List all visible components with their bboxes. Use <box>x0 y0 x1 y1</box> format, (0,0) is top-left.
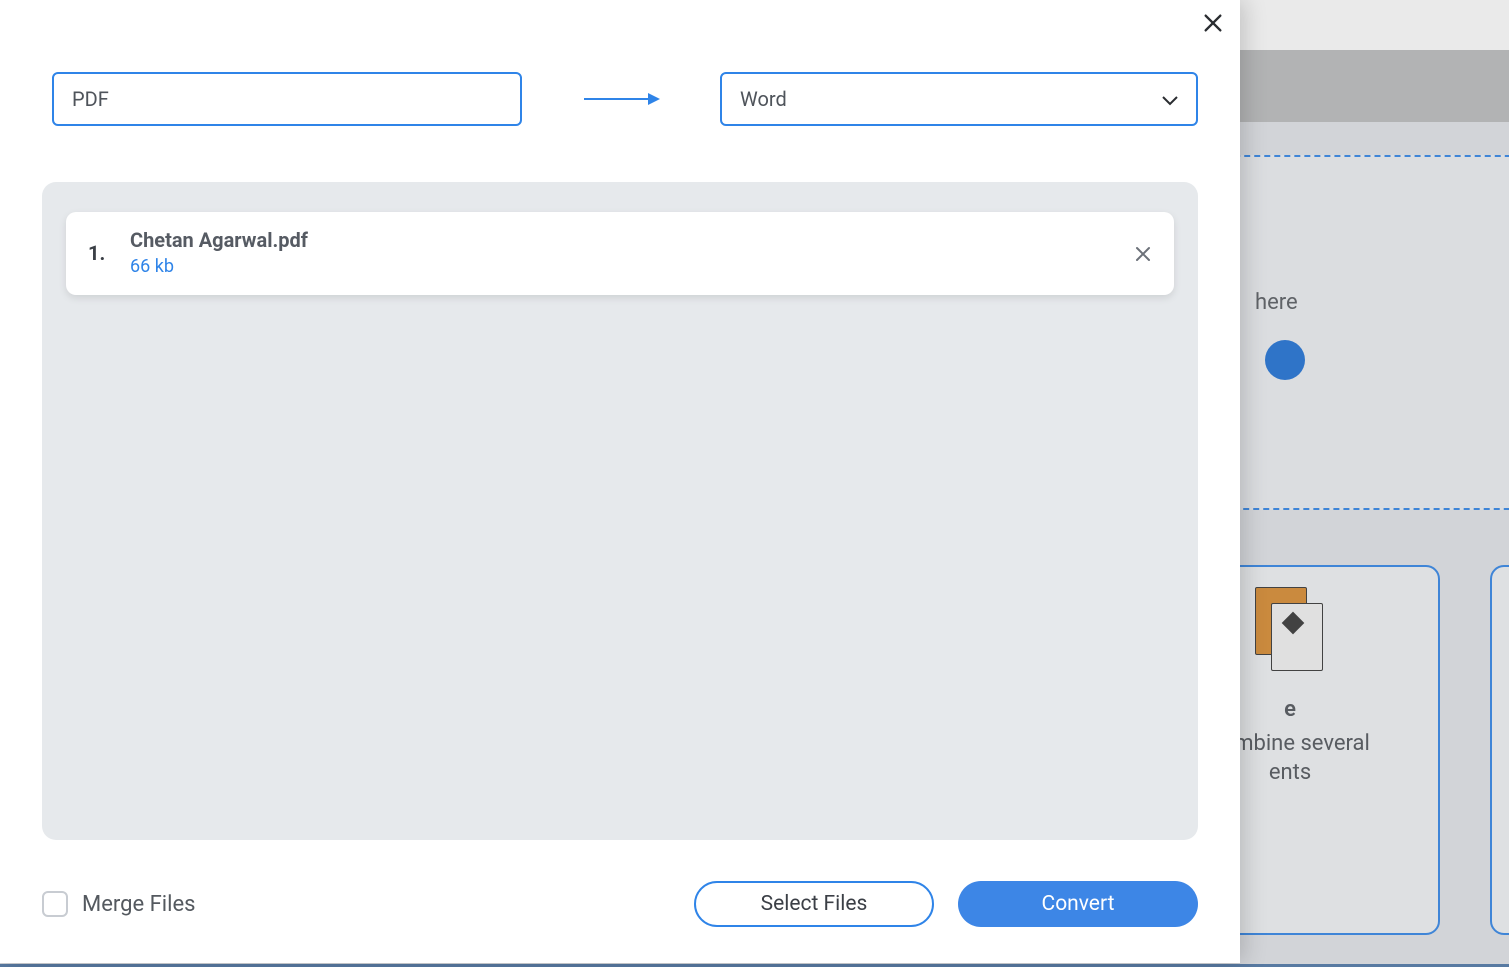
source-format-box[interactable]: PDF <box>52 72 522 126</box>
source-format-label: PDF <box>72 87 109 111</box>
close-icon <box>1135 246 1151 262</box>
file-index: 1. <box>88 241 110 265</box>
merge-files-label: Merge Files <box>82 892 195 917</box>
close-button[interactable] <box>1196 6 1230 40</box>
merge-files-checkbox[interactable] <box>42 891 68 917</box>
convert-dialog: PDF Word 1. Chetan Agarwal.pdf 66 kb <box>0 0 1240 963</box>
select-files-button[interactable]: Select Files <box>694 881 934 927</box>
arrow-icon <box>552 89 690 109</box>
files-panel: 1. Chetan Agarwal.pdf 66 kb <box>42 182 1198 840</box>
remove-file-button[interactable] <box>1130 241 1156 267</box>
close-icon <box>1202 12 1224 34</box>
dialog-bottom-bar: Merge Files Select Files Convert <box>42 881 1198 927</box>
chevron-down-icon <box>1162 87 1178 111</box>
target-format-select[interactable]: Word <box>720 72 1198 126</box>
file-size: 66 kb <box>130 256 308 277</box>
merge-files-option[interactable]: Merge Files <box>42 891 195 917</box>
format-selection-row: PDF Word <box>0 0 1240 126</box>
file-name: Chetan Agarwal.pdf <box>130 228 308 252</box>
convert-button[interactable]: Convert <box>958 881 1198 927</box>
file-row: 1. Chetan Agarwal.pdf 66 kb <box>66 212 1174 295</box>
target-format-label: Word <box>740 87 787 111</box>
